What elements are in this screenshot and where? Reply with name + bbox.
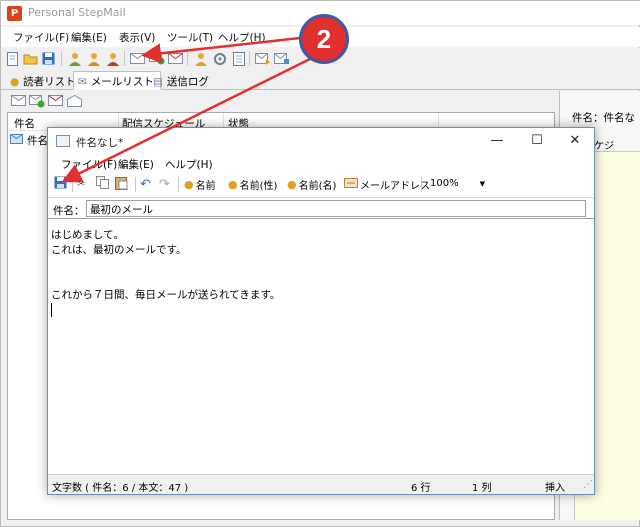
open-mail-icon[interactable]: [67, 94, 82, 110]
editor-menu-bar: ファイル(F) 編集(E) ヘルプ(H): [48, 154, 594, 172]
person-icon: ●: [184, 177, 194, 191]
toolbar-separator: [249, 51, 250, 66]
log-icon[interactable]: [230, 50, 247, 67]
add-reader-icon[interactable]: [85, 50, 102, 67]
mail-icon[interactable]: [11, 95, 26, 109]
editor-menu-help[interactable]: ヘルプ(H): [165, 157, 213, 172]
save-button[interactable]: [54, 175, 67, 193]
mail-editor-window: 件名なし* — ☐ ✕ ファイル(F) 編集(E) ヘルプ(H) ✂ ↶ ↷ ●…: [47, 127, 595, 495]
editor-menu-edit[interactable]: 編集(E): [118, 157, 154, 172]
toolbar-separator: [178, 177, 179, 192]
cut-button[interactable]: ✂: [77, 175, 85, 193]
save-icon: [54, 176, 67, 192]
editor-title: 件名なし*: [76, 137, 124, 149]
edit-mail-icon[interactable]: [48, 95, 63, 109]
mail-icon: [10, 134, 23, 147]
settings-icon[interactable]: [211, 50, 228, 67]
char-count: 文字数 ( 件名：6 / 本文：47 ): [52, 483, 189, 494]
menu-edit[interactable]: 編集(E): [71, 30, 107, 45]
send-mail-icon[interactable]: [254, 50, 271, 67]
chevron-down-icon: ▼: [479, 179, 485, 188]
person-icon: ●: [287, 177, 297, 191]
scissors-icon: ✂: [77, 178, 86, 190]
column-subject[interactable]: 件名: [14, 116, 35, 131]
toolbar-separator: [187, 51, 188, 66]
new-document-icon[interactable]: [4, 50, 21, 67]
log-icon: ▤: [153, 75, 163, 88]
redo-button[interactable]: ↷: [159, 175, 170, 193]
edit-mail-icon[interactable]: [167, 50, 184, 67]
minimize-button[interactable]: —: [482, 131, 512, 151]
tab-send-log[interactable]: ▤ 送信ログ: [148, 71, 216, 90]
toolbar-separator: [124, 51, 125, 66]
list-item-subject: 件名: [27, 135, 48, 147]
mail-body-editor[interactable]: はじめまして。 これは、最初のメールです。 これから７日間、毎日メールが送られて…: [51, 228, 589, 303]
insert-first-name-button[interactable]: ● 名前(名): [287, 175, 336, 193]
menu-help[interactable]: ヘルプ(H): [218, 30, 266, 45]
toolbar-separator: [61, 51, 62, 66]
editor-title-bar: 件名なし* — ☐ ✕: [48, 128, 594, 154]
insert-last-name-button[interactable]: ● 名前(性): [228, 175, 277, 193]
maximize-button[interactable]: ☐: [522, 131, 552, 151]
copy-icon: [96, 176, 109, 192]
toolbar-separator: [135, 177, 136, 192]
tab-reader-list[interactable]: ● 読者リスト: [5, 71, 83, 90]
mail-icon[interactable]: [129, 50, 146, 67]
reader-icon[interactable]: [66, 50, 83, 67]
undo-button[interactable]: ↶: [140, 175, 151, 193]
copy-button[interactable]: [96, 175, 109, 193]
toolbar-separator: [72, 177, 73, 192]
toolbar-separator: [421, 177, 422, 192]
list-item[interactable]: 件名: [10, 133, 48, 148]
user-icon[interactable]: [192, 50, 209, 67]
close-button[interactable]: ✕: [560, 131, 590, 151]
subject-row: 件名： 最初のメール: [48, 197, 594, 219]
menu-tools[interactable]: ツール(T): [167, 30, 213, 45]
subject-label: 件名：: [53, 205, 85, 217]
insert-mode-indicator: 挿入: [545, 483, 565, 494]
column-indicator: 1 列: [472, 483, 492, 494]
insert-email-button[interactable]: メールアドレス: [344, 175, 430, 193]
resize-grip-icon[interactable]: ⋰: [583, 479, 593, 490]
zoom-select[interactable]: 100% ▼: [426, 175, 490, 192]
email-address-icon: [344, 177, 358, 191]
new-mail-icon[interactable]: [148, 50, 165, 67]
editor-menu-file[interactable]: ファイル(F): [61, 157, 117, 172]
app-title: Personal StepMail: [28, 6, 126, 19]
preview-subject: 件名：件名な: [572, 112, 635, 124]
insert-name-button[interactable]: ● 名前: [184, 175, 216, 193]
undo-icon: ↶: [140, 176, 151, 192]
menu-file[interactable]: ファイル(F): [13, 30, 69, 45]
receive-mail-icon[interactable]: [273, 50, 290, 67]
mail-icon: [56, 135, 70, 147]
app-icon: P: [7, 6, 22, 21]
delete-reader-icon[interactable]: [104, 50, 121, 67]
save-icon[interactable]: [40, 50, 57, 67]
paste-button[interactable]: [115, 175, 128, 193]
text-cursor: [51, 303, 52, 317]
main-tabs: ● 読者リスト ✉ メールリスト ▤ 送信ログ: [1, 70, 640, 90]
menu-view[interactable]: 表示(V): [119, 30, 155, 45]
editor-toolbar: ✂ ↶ ↷ ● 名前 ● 名前(性) ● 名前(名) メールアドレス: [48, 173, 594, 195]
line-indicator: 6 行: [411, 483, 431, 494]
reader-icon: ●: [10, 75, 20, 88]
editor-status-bar: 文字数 ( 件名：6 / 本文：47 ) 6 行 1 列 挿入 ⋰: [48, 474, 594, 494]
person-icon: ●: [228, 177, 238, 191]
open-folder-icon[interactable]: [22, 50, 39, 67]
redo-icon: ↷: [159, 176, 170, 192]
subject-input[interactable]: 最初のメール: [86, 200, 586, 217]
new-mail-icon[interactable]: [29, 95, 45, 111]
paste-icon: [115, 176, 128, 193]
step-badge: 2: [299, 14, 349, 64]
mail-list-icon: ✉: [78, 75, 87, 88]
